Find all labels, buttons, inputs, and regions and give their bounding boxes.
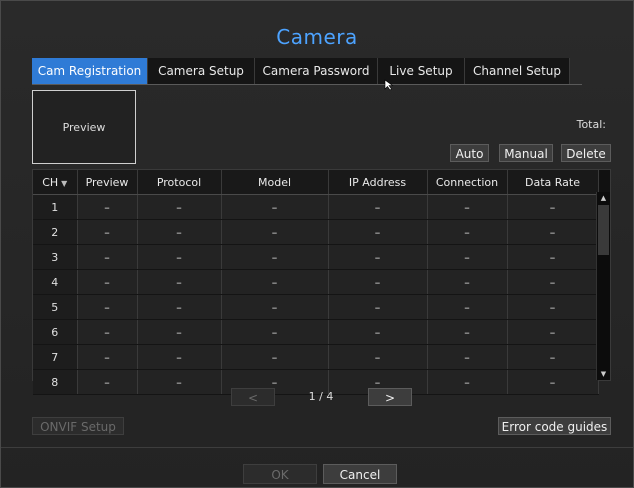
- preview-cell: –: [77, 344, 138, 370]
- table-scrollbar[interactable]: ▲ ▼: [596, 192, 610, 380]
- mouse-cursor-icon: [384, 79, 394, 91]
- data-rate-cell: –: [507, 269, 599, 295]
- model-cell: –: [221, 194, 329, 220]
- column-header-preview: Preview: [77, 170, 138, 195]
- data-rate-cell: –: [507, 294, 599, 320]
- model-cell: –: [221, 244, 329, 270]
- table-row[interactable]: 2 – – – – – –: [33, 219, 599, 245]
- ip-address-cell: –: [328, 194, 428, 220]
- model-cell: –: [221, 294, 329, 320]
- cancel-button[interactable]: Cancel: [323, 464, 397, 484]
- protocol-cell: –: [137, 269, 222, 295]
- ip-address-cell: –: [328, 319, 428, 345]
- data-rate-cell: –: [507, 369, 599, 395]
- data-rate-cell: –: [507, 319, 599, 345]
- ip-address-cell: –: [328, 244, 428, 270]
- tab-bar: Cam Registration Camera Setup Camera Pas…: [32, 58, 582, 85]
- column-header-ch[interactable]: CH ▼: [33, 170, 78, 195]
- protocol-cell: –: [137, 369, 222, 395]
- tab-cam-registration[interactable]: Cam Registration: [32, 58, 148, 84]
- preview-cell: –: [77, 244, 138, 270]
- connection-cell: –: [427, 369, 508, 395]
- footer-divider: [1, 447, 633, 448]
- table-row[interactable]: 4 – – – – – –: [33, 269, 599, 295]
- preview-cell: –: [77, 369, 138, 395]
- table-row[interactable]: 3 – – – – – –: [33, 244, 599, 270]
- auto-button[interactable]: Auto: [450, 144, 489, 162]
- data-rate-cell: –: [507, 219, 599, 245]
- connection-cell: –: [427, 319, 508, 345]
- data-rate-cell: –: [507, 194, 599, 220]
- protocol-cell: –: [137, 194, 222, 220]
- connection-cell: –: [427, 294, 508, 320]
- camera-table: CH ▼ Preview Protocol Model IP Address Co…: [32, 169, 611, 395]
- ip-address-cell: –: [328, 219, 428, 245]
- tab-channel-setup[interactable]: Channel Setup: [465, 58, 570, 84]
- protocol-cell: –: [137, 344, 222, 370]
- connection-cell: –: [427, 219, 508, 245]
- channel-cell: 5: [33, 294, 78, 320]
- table-row[interactable]: 7 – – – – – –: [33, 344, 599, 370]
- column-header-protocol: Protocol: [137, 170, 222, 195]
- channel-cell: 2: [33, 219, 78, 245]
- next-page-button[interactable]: >: [368, 388, 412, 406]
- onvif-setup-button[interactable]: ONVIF Setup: [32, 417, 124, 435]
- ip-address-cell: –: [328, 344, 428, 370]
- channel-cell: 3: [33, 244, 78, 270]
- protocol-cell: –: [137, 294, 222, 320]
- protocol-cell: –: [137, 219, 222, 245]
- channel-cell: 1: [33, 194, 78, 220]
- data-rate-cell: –: [507, 244, 599, 270]
- tab-camera-setup[interactable]: Camera Setup: [148, 58, 255, 84]
- protocol-cell: –: [137, 319, 222, 345]
- protocol-cell: –: [137, 244, 222, 270]
- table-row[interactable]: 6 – – – – – –: [33, 319, 599, 345]
- connection-cell: –: [427, 244, 508, 270]
- scroll-thumb[interactable]: [598, 205, 609, 255]
- camera-dialog: Camera Cam Registration Camera Setup Cam…: [0, 0, 634, 488]
- preview-cell: –: [77, 319, 138, 345]
- model-cell: –: [221, 219, 329, 245]
- preview-cell: –: [77, 269, 138, 295]
- column-header-model: Model: [221, 170, 329, 195]
- column-header-connection: Connection: [427, 170, 508, 195]
- connection-cell: –: [427, 344, 508, 370]
- camera-preview: Preview: [32, 90, 136, 164]
- preview-cell: –: [77, 219, 138, 245]
- connection-cell: –: [427, 194, 508, 220]
- sort-down-icon: ▼: [61, 178, 68, 188]
- channel-cell: 8: [33, 369, 78, 395]
- column-header-ip-address: IP Address: [328, 170, 428, 195]
- prev-page-button[interactable]: <: [231, 388, 275, 406]
- ok-button[interactable]: OK: [243, 464, 317, 484]
- channel-cell: 4: [33, 269, 78, 295]
- delete-button[interactable]: Delete: [561, 144, 611, 162]
- ip-address-cell: –: [328, 269, 428, 295]
- scroll-up-arrow-icon[interactable]: ▲: [597, 192, 610, 204]
- preview-cell: –: [77, 294, 138, 320]
- page-indicator: 1 / 4: [308, 390, 334, 403]
- model-cell: –: [221, 344, 329, 370]
- dialog-title: Camera: [276, 25, 358, 49]
- channel-cell: 7: [33, 344, 78, 370]
- ip-address-cell: –: [328, 294, 428, 320]
- channel-cell: 6: [33, 319, 78, 345]
- model-cell: –: [221, 269, 329, 295]
- error-code-guides-button[interactable]: Error code guides: [498, 417, 611, 435]
- preview-label: Preview: [62, 120, 106, 134]
- scroll-down-arrow-icon[interactable]: ▼: [597, 368, 610, 380]
- data-rate-cell: –: [507, 344, 599, 370]
- table-row[interactable]: 5 – – – – – –: [33, 294, 599, 320]
- preview-cell: –: [77, 194, 138, 220]
- table-row[interactable]: 1 – – – – – –: [33, 194, 599, 220]
- connection-cell: –: [427, 269, 508, 295]
- tab-camera-password[interactable]: Camera Password: [255, 58, 378, 84]
- column-header-ch-label: CH: [42, 175, 59, 189]
- column-header-data-rate: Data Rate: [507, 170, 599, 195]
- total-count: Total:: [576, 118, 606, 131]
- manual-button[interactable]: Manual: [499, 144, 553, 162]
- model-cell: –: [221, 319, 329, 345]
- table-header-row: CH ▼ Preview Protocol Model IP Address Co…: [33, 170, 599, 195]
